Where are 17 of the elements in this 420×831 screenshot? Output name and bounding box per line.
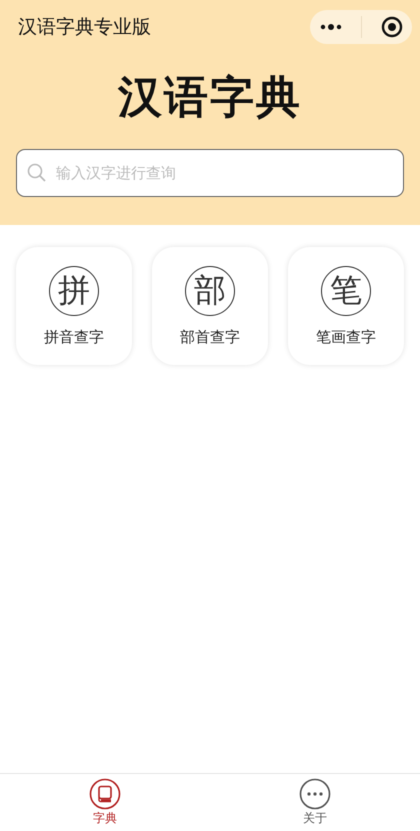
- card-label: 拼音查字: [44, 328, 104, 346]
- more-icon[interactable]: [320, 23, 342, 31]
- app-title: 汉语字典专业版: [18, 15, 151, 40]
- character-seal: 拼: [49, 266, 99, 316]
- card-label: 部首查字: [180, 328, 240, 346]
- tab-item[interactable]: 字典: [0, 774, 210, 831]
- card-label: 笔画查字: [316, 328, 376, 346]
- character-seal: 部: [185, 266, 235, 316]
- tab-item[interactable]: 关于: [210, 774, 420, 831]
- book-icon: [89, 778, 121, 810]
- more-icon: [299, 778, 331, 810]
- dictionary-title: 汉语字典: [116, 71, 303, 125]
- character-seal: 笔: [321, 266, 371, 316]
- search-method-card[interactable]: 拼 拼音查字: [16, 247, 132, 365]
- search-field[interactable]: 输入汉字进行查询: [16, 149, 404, 197]
- search-method-card[interactable]: 部 部首查字: [152, 247, 268, 365]
- search-method-card[interactable]: 笔 笔画查字: [288, 247, 404, 365]
